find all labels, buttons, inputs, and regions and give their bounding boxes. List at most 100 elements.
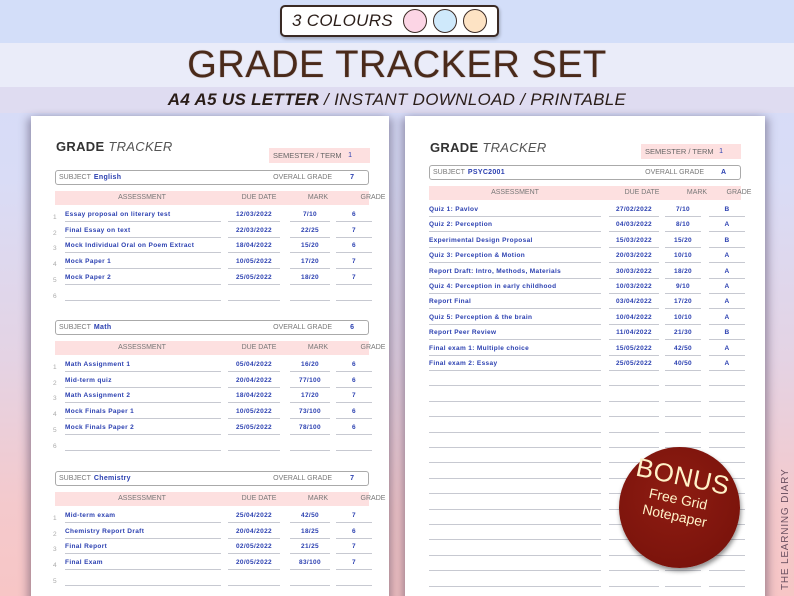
grade-cell[interactable]: B <box>709 327 745 341</box>
assessment-cell[interactable] <box>429 574 601 587</box>
assessment-cell[interactable] <box>65 288 221 301</box>
assessment-cell[interactable]: Mock Finals Paper 1 <box>65 406 221 420</box>
mark-cell[interactable] <box>290 573 330 586</box>
assessment-cell[interactable]: Mid-term quiz <box>65 375 221 388</box>
grade-cell[interactable] <box>336 573 372 586</box>
grade-cell[interactable]: 7 <box>336 390 372 404</box>
assessment-cell[interactable] <box>429 404 601 418</box>
due-date-cell[interactable] <box>609 404 659 418</box>
grade-cell[interactable]: 7 <box>336 510 372 523</box>
due-date-cell[interactable]: 10/04/2022 <box>609 312 659 325</box>
due-date-cell[interactable]: 15/05/2022 <box>609 343 659 356</box>
mark-cell[interactable]: 73/100 <box>290 406 330 420</box>
due-date-cell[interactable]: 10/03/2022 <box>609 281 659 294</box>
assessment-cell[interactable] <box>429 589 601 596</box>
grade-cell[interactable]: B <box>709 235 745 248</box>
assessment-cell[interactable]: Final exam 2: Essay <box>429 358 601 371</box>
grade-cell[interactable]: A <box>709 266 745 279</box>
mark-cell[interactable]: 40/50 <box>665 358 701 371</box>
assessment-cell[interactable] <box>65 573 221 586</box>
grade-cell[interactable]: 6 <box>336 240 372 254</box>
mark-cell[interactable]: 8/10 <box>665 219 701 233</box>
due-date-cell[interactable]: 11/04/2022 <box>609 327 659 341</box>
assessment-cell[interactable]: Math Assignment 1 <box>65 359 221 372</box>
assessment-cell[interactable]: Mock Paper 2 <box>65 272 221 285</box>
grade-cell[interactable]: A <box>709 281 745 294</box>
grade-cell[interactable]: A <box>709 312 745 325</box>
mark-cell[interactable]: 17/20 <box>290 256 330 270</box>
assessment-cell[interactable]: Quiz 3: Perception & Motion <box>429 250 601 264</box>
mark-cell[interactable]: 77/100 <box>290 375 330 388</box>
grade-cell[interactable]: A <box>709 358 745 371</box>
due-date-cell[interactable] <box>609 589 659 596</box>
assessment-cell[interactable] <box>429 543 601 556</box>
due-date-cell[interactable]: 20/04/2022 <box>228 375 280 388</box>
mark-cell[interactable]: 22/25 <box>290 225 330 238</box>
mark-cell[interactable]: 42/50 <box>290 510 330 523</box>
due-date-cell[interactable]: 18/04/2022 <box>228 390 280 404</box>
due-date-cell[interactable]: 25/05/2022 <box>609 358 659 371</box>
assessment-cell[interactable]: Final Essay on text <box>65 225 221 238</box>
due-date-cell[interactable] <box>609 389 659 402</box>
assessment-cell[interactable]: Mock Paper 1 <box>65 256 221 270</box>
mark-cell[interactable] <box>665 404 701 418</box>
grade-cell[interactable] <box>709 589 745 596</box>
assessment-cell[interactable]: Quiz 1: Pavlov <box>429 204 601 217</box>
mark-cell[interactable]: 10/10 <box>665 312 701 325</box>
assessment-cell[interactable]: Essay proposal on literary test <box>65 209 221 222</box>
mark-cell[interactable]: 15/20 <box>290 240 330 254</box>
assessment-cell[interactable]: Report Peer Review <box>429 327 601 341</box>
grade-cell[interactable] <box>336 438 372 451</box>
assessment-cell[interactable] <box>429 389 601 402</box>
grade-cell[interactable] <box>709 389 745 402</box>
assessment-cell[interactable]: Chemistry Report Draft <box>65 526 221 539</box>
grade-cell[interactable] <box>709 420 745 433</box>
mark-cell[interactable]: 21/25 <box>290 541 330 555</box>
grade-cell[interactable]: A <box>709 296 745 310</box>
overall-grade-value[interactable]: A <box>721 166 726 179</box>
assessment-cell[interactable] <box>429 435 601 448</box>
assessment-cell[interactable]: Mid-term exam <box>65 510 221 523</box>
mark-cell[interactable]: 10/10 <box>665 250 701 264</box>
grade-cell[interactable]: 7 <box>336 272 372 285</box>
mark-cell[interactable]: 16/20 <box>290 359 330 372</box>
due-date-cell[interactable]: 12/03/2022 <box>228 209 280 222</box>
mark-cell[interactable]: 9/10 <box>665 281 701 294</box>
mark-cell[interactable] <box>665 389 701 402</box>
assessment-cell[interactable]: Math Assignment 2 <box>65 390 221 404</box>
subject-value[interactable]: Chemistry <box>94 475 131 482</box>
overall-grade-value[interactable]: 7 <box>350 472 354 485</box>
due-date-cell[interactable]: 22/03/2022 <box>228 225 280 238</box>
due-date-cell[interactable]: 05/04/2022 <box>228 359 280 372</box>
assessment-cell[interactable]: Report Final <box>429 296 601 310</box>
mark-cell[interactable] <box>665 373 701 387</box>
mark-cell[interactable]: 83/100 <box>290 557 330 571</box>
mark-cell[interactable]: 17/20 <box>290 390 330 404</box>
assessment-cell[interactable]: Quiz 5: Perception & the brain <box>429 312 601 325</box>
assessment-cell[interactable]: Mock Finals Paper 2 <box>65 422 221 435</box>
assessment-cell[interactable]: Final Exam <box>65 557 221 571</box>
grade-cell[interactable]: 6 <box>336 406 372 420</box>
due-date-cell[interactable]: 25/05/2022 <box>228 422 280 435</box>
due-date-cell[interactable]: 02/05/2022 <box>228 541 280 555</box>
due-date-cell[interactable]: 20/03/2022 <box>609 250 659 264</box>
due-date-cell[interactable]: 03/04/2022 <box>609 296 659 310</box>
assessment-cell[interactable]: Final Report <box>65 541 221 555</box>
subject-value[interactable]: PSYC2001 <box>468 169 505 176</box>
assessment-cell[interactable]: Quiz 2: Perception <box>429 219 601 233</box>
grade-cell[interactable] <box>709 404 745 418</box>
overall-grade-value[interactable]: 6 <box>350 321 354 334</box>
mark-cell[interactable]: 42/50 <box>665 343 701 356</box>
due-date-cell[interactable]: 20/04/2022 <box>228 526 280 539</box>
due-date-cell[interactable]: 27/02/2022 <box>609 204 659 217</box>
mark-cell[interactable]: 7/10 <box>290 209 330 222</box>
grade-cell[interactable] <box>709 574 745 587</box>
assessment-cell[interactable]: Experimental Design Proposal <box>429 235 601 248</box>
due-date-cell[interactable] <box>609 574 659 587</box>
mark-cell[interactable]: 18/20 <box>290 272 330 285</box>
mark-cell[interactable] <box>290 438 330 451</box>
subject-value[interactable]: English <box>94 174 121 181</box>
assessment-cell[interactable] <box>429 420 601 433</box>
grade-cell[interactable] <box>709 373 745 387</box>
due-date-cell[interactable] <box>609 373 659 387</box>
